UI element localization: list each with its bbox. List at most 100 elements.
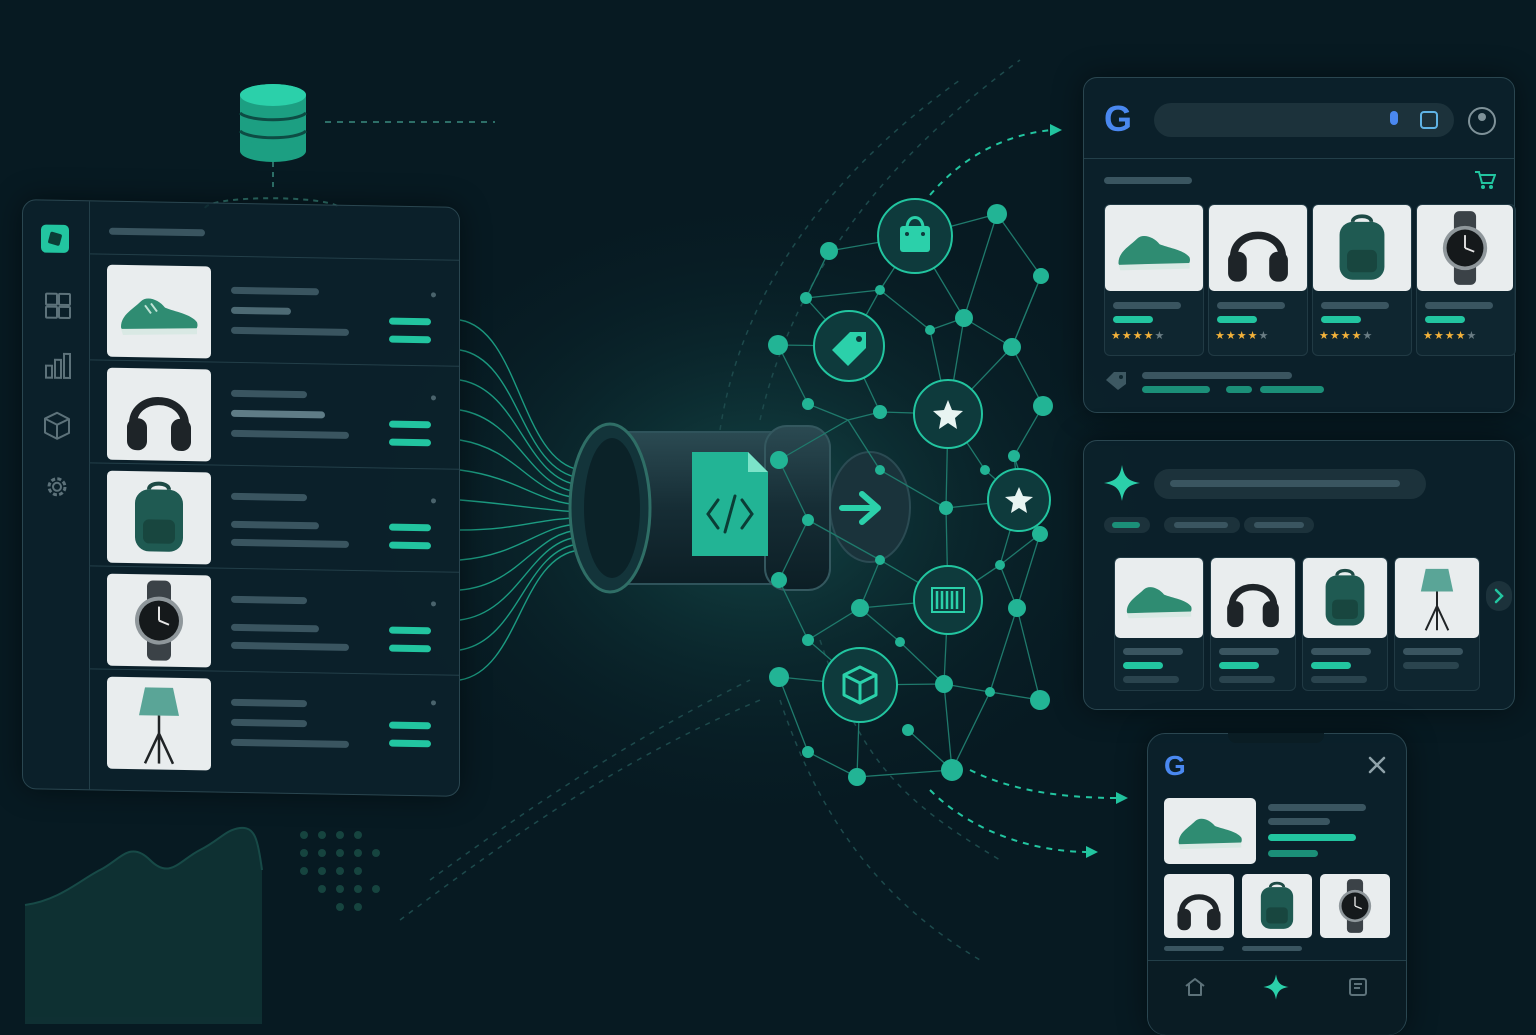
result-image-sneaker: [1105, 205, 1203, 291]
result-price-bar: [1425, 316, 1465, 323]
product-status-bar: [389, 721, 431, 730]
ai-recommendations-panel: [1083, 440, 1515, 710]
filter-chip[interactable]: [1164, 517, 1240, 533]
close-icon[interactable]: [1366, 754, 1388, 780]
phone-notch: [1228, 733, 1324, 743]
filter-chip[interactable]: [1104, 517, 1150, 533]
rating-stars: ★★★★★: [1423, 329, 1478, 342]
row-dot: [431, 700, 436, 706]
mobile-tile-headphones[interactable]: [1164, 874, 1234, 938]
mobile-meta-bar: [1268, 850, 1318, 857]
product-status-bar: [389, 626, 431, 635]
product-desc-bar: [231, 623, 319, 633]
product-meta-bar: [231, 641, 349, 651]
catalog-logo-icon[interactable]: [41, 224, 69, 253]
product-thumbnail-sneaker: [107, 264, 211, 359]
result-price-bar: [1321, 316, 1361, 323]
shopping-bag-icon: [877, 198, 953, 274]
mobile-desc-bar: [1268, 818, 1330, 825]
result-image-headphones: [1209, 205, 1307, 291]
catalog-sidebar: [23, 200, 90, 790]
product-status-bar: [389, 739, 431, 748]
recommendation-tile[interactable]: [1114, 557, 1204, 691]
footer-bar: [1260, 386, 1324, 393]
code-file-icon: [692, 452, 768, 556]
mobile-tile-watch[interactable]: [1320, 874, 1390, 938]
database-icon: [238, 84, 308, 162]
result-price-bar: [1217, 316, 1257, 323]
mobile-featured-image-sneaker[interactable]: [1164, 798, 1256, 864]
product-title-bar: [231, 389, 307, 399]
gear-icon[interactable]: [43, 473, 71, 505]
product-title-bar: [231, 698, 307, 708]
tag-icon: [1104, 370, 1130, 396]
recommendation-image-backpack: [1303, 558, 1387, 638]
result-title-bar: [1321, 302, 1389, 309]
search-logo: G: [1104, 98, 1133, 139]
grid-icon[interactable]: [45, 292, 71, 320]
product-row[interactable]: [89, 668, 459, 777]
result-title-bar: [1113, 302, 1181, 309]
star-icon: [987, 468, 1051, 532]
mobile-tile-bar: [1242, 946, 1302, 951]
bar-chart-icon[interactable]: [45, 352, 71, 380]
recommendation-image-lamp: [1395, 558, 1479, 638]
search-results-panel: G ★★★★★ ★★★★★ ★★★★★ ★★★★★: [1083, 77, 1516, 413]
home-icon[interactable]: [1184, 977, 1206, 1001]
result-tile[interactable]: ★★★★★: [1208, 204, 1308, 356]
product-status-bar: [389, 644, 431, 653]
product-row[interactable]: [89, 565, 459, 676]
cart-icon[interactable]: [1474, 170, 1497, 194]
rating-stars: ★★★★★: [1111, 329, 1166, 342]
result-image-backpack: [1313, 205, 1411, 291]
mobile-title-bar: [1268, 804, 1366, 811]
product-title-bar: [231, 286, 319, 296]
recommendation-tile[interactable]: [1302, 557, 1388, 691]
cube-icon[interactable]: [43, 411, 71, 445]
price-tag-icon: [813, 310, 885, 382]
search-divider: [1084, 158, 1514, 159]
result-tile[interactable]: ★★★★★: [1312, 204, 1412, 356]
product-desc-bar: [231, 306, 291, 315]
mobile-search-logo: G: [1164, 750, 1186, 781]
filter-chip[interactable]: [1244, 517, 1314, 533]
row-dot: [431, 395, 436, 401]
search-input[interactable]: [1154, 103, 1454, 137]
footer-bar: [1142, 372, 1292, 379]
result-price-bar: [1113, 316, 1153, 323]
recommendation-tile[interactable]: [1394, 557, 1480, 691]
lens-icon[interactable]: [1420, 111, 1438, 129]
bookmark-icon[interactable]: [1348, 977, 1368, 1001]
product-thumbnail-watch: [107, 573, 211, 668]
product-desc-bar: [231, 409, 325, 419]
sparkle-icon[interactable]: [1262, 973, 1290, 1005]
product-row[interactable]: [89, 256, 459, 367]
product-meta-bar: [231, 326, 349, 336]
product-thumbnail-lamp: [107, 676, 211, 771]
product-meta-bar: [231, 538, 349, 548]
product-row[interactable]: [89, 462, 459, 573]
mic-icon[interactable]: [1390, 111, 1398, 125]
catalog-header-bar: [109, 227, 205, 237]
chevron-right-icon[interactable]: [1486, 581, 1512, 611]
row-dot: [431, 601, 436, 607]
mobile-tile-backpack[interactable]: [1242, 874, 1312, 938]
product-status-bar: [389, 523, 431, 532]
product-row[interactable]: [89, 359, 459, 470]
product-thumbnail-headphones: [107, 367, 211, 462]
mobile-price-bar: [1268, 834, 1356, 841]
recommendation-tile[interactable]: [1210, 557, 1296, 691]
sparkle-icon: [1102, 463, 1142, 507]
product-title-bar: [231, 492, 307, 502]
ai-prompt-input[interactable]: [1154, 469, 1426, 499]
recommendation-image-headphones: [1211, 558, 1295, 638]
mobile-tile-bar: [1164, 946, 1224, 951]
mobile-search-panel: G: [1147, 733, 1407, 1035]
result-image-watch: [1417, 205, 1513, 291]
account-icon[interactable]: [1468, 107, 1496, 135]
result-tile[interactable]: ★★★★★: [1104, 204, 1204, 356]
product-meta-bar: [231, 429, 349, 439]
result-title-bar: [1425, 302, 1493, 309]
product-status-bar: [389, 420, 431, 429]
result-tile[interactable]: ★★★★★: [1416, 204, 1516, 356]
